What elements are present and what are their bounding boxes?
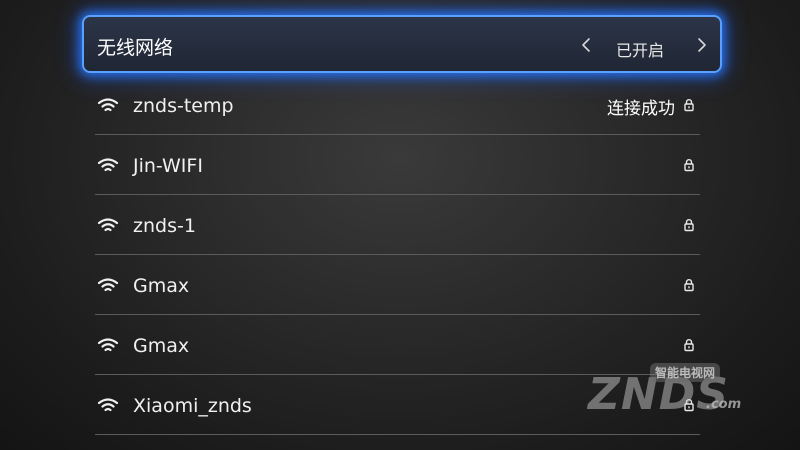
watermark-domain: .com bbox=[706, 397, 742, 412]
wifi-icon bbox=[97, 217, 119, 235]
network-row[interactable]: Gmax bbox=[95, 255, 700, 315]
wifi-icon bbox=[97, 397, 119, 415]
connection-status: 连接成功 bbox=[607, 99, 675, 119]
lock-icon bbox=[683, 338, 695, 352]
wifi-icon bbox=[97, 97, 119, 115]
network-ssid: znds-1 bbox=[133, 215, 196, 237]
network-ssid: Xiaomi_znds bbox=[133, 395, 252, 417]
network-ssid: znds-temp bbox=[133, 95, 234, 117]
network-row[interactable]: znds-temp 连接成功 bbox=[95, 75, 700, 135]
network-ssid: Gmax bbox=[133, 335, 190, 357]
network-row[interactable]: znds-1 bbox=[95, 195, 700, 255]
network-ssid: Gmax bbox=[133, 275, 190, 297]
lock-icon bbox=[683, 278, 695, 292]
lock-icon bbox=[683, 98, 695, 112]
lock-icon bbox=[683, 158, 695, 172]
watermark-tagline: 智能电视网 bbox=[650, 363, 721, 382]
network-row[interactable]: Jin-WIFI bbox=[95, 135, 700, 195]
wifi-icon bbox=[97, 157, 119, 175]
znds-watermark-logo: ZNDS 智能电视网 .com bbox=[588, 355, 760, 425]
wifi-icon bbox=[97, 337, 119, 355]
wifi-icon bbox=[97, 277, 119, 295]
network-ssid: Jin-WIFI bbox=[133, 155, 203, 177]
lock-icon bbox=[683, 218, 695, 232]
